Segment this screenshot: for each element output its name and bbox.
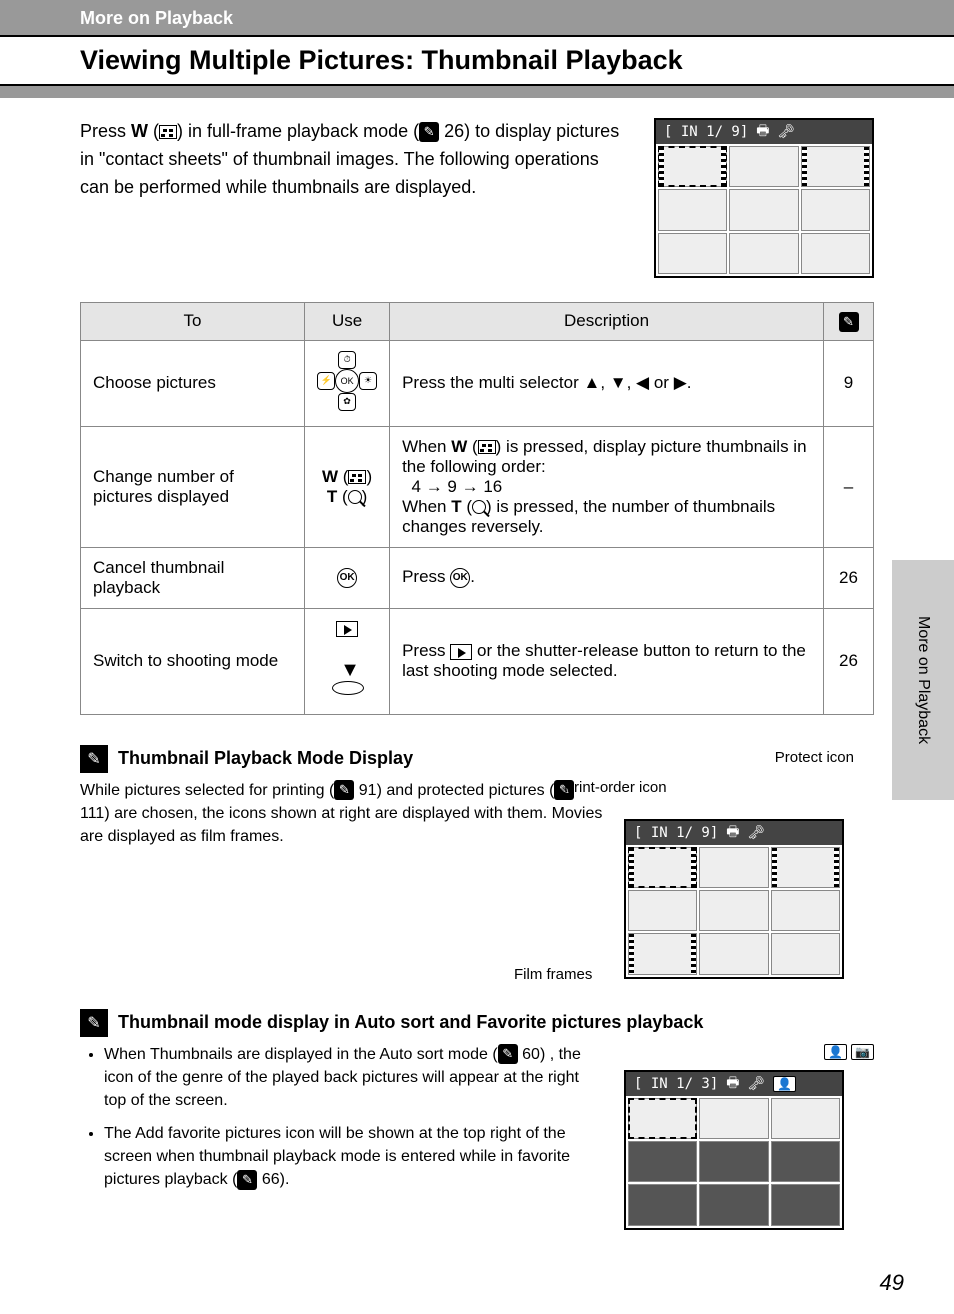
- pencil-icon: ✎: [80, 1009, 108, 1037]
- playback-icon: [450, 644, 472, 660]
- cell-use: OK: [305, 547, 390, 608]
- th-use: Use: [305, 303, 390, 341]
- header-band: More on Playback Viewing Multiple Pictur…: [0, 0, 954, 98]
- title-box: Viewing Multiple Pictures: Thumbnail Pla…: [0, 35, 954, 86]
- thumbnail-preview-2: [ IN 1/ 9]🖶🗝: [624, 819, 844, 979]
- cell-use: [305, 608, 390, 714]
- ref-icon: ✎: [419, 122, 439, 142]
- thumbnail-icon: [159, 125, 177, 139]
- thumb-counter: [ IN 1/ 9]: [664, 124, 748, 140]
- ok-icon: OK: [337, 568, 357, 588]
- note-text: While pictures selected for printing (✎ …: [80, 779, 604, 979]
- top-icons: 👤 📷: [624, 1043, 874, 1060]
- note-figure-1: Protect icon Print-order icon [ IN 1/ 9]…: [624, 779, 874, 979]
- callout-protect: Protect icon: [775, 749, 854, 766]
- page-title: Viewing Multiple Pictures: Thumbnail Pla…: [80, 45, 874, 76]
- side-tab-label: More on Playback: [914, 616, 932, 744]
- table-row: Choose pictures ⏱✿⚡☀OK Press the multi s…: [81, 340, 874, 426]
- cell-ref: 26: [824, 547, 874, 608]
- intro-text: Press W () in full-frame playback mode (…: [80, 118, 624, 278]
- table-row: Change number of pictures displayed W ()…: [81, 426, 874, 547]
- cell-desc: Press the multi selector , , or .: [390, 340, 824, 426]
- note-title: Thumbnail Playback Mode Display: [118, 748, 413, 769]
- cell-desc: Press or the shutter-release button to r…: [390, 608, 824, 714]
- cell-desc: Press OK.: [390, 547, 824, 608]
- pencil-icon: ✎: [80, 745, 108, 773]
- cell-to: Cancel thumbnail playback: [81, 547, 305, 608]
- cell-ref: 26: [824, 608, 874, 714]
- operations-table: To Use Description ✎ Choose pictures ⏱✿⚡…: [80, 302, 874, 715]
- thumbnail-icon: [478, 440, 496, 454]
- ref-icon: ✎: [237, 1170, 257, 1190]
- thumb-grid: [656, 144, 872, 276]
- th-ref: ✎: [824, 303, 874, 341]
- thumb-status-bar: [ IN 1/ 9] 🖶 🗝: [656, 120, 872, 144]
- zoom-icon: [348, 490, 362, 504]
- print-icon: 🖶: [756, 120, 769, 144]
- cell-to: Change number of pictures displayed: [81, 426, 305, 547]
- note-2: ✎ Thumbnail mode display in Auto sort an…: [80, 1009, 874, 1230]
- callout-print: Print-order icon: [564, 779, 667, 796]
- playback-icon: [336, 621, 358, 637]
- zoom-icon: [472, 500, 486, 514]
- cell-desc: When W () is pressed, display picture th…: [390, 426, 824, 547]
- page-number: 49: [880, 1270, 904, 1296]
- multiselector-icon: ⏱✿⚡☀OK: [317, 351, 377, 411]
- th-desc: Description: [390, 303, 824, 341]
- callout-film: Film frames: [514, 966, 592, 983]
- note-figure-2: 👤 📷 [ IN 1/ 3]🖶🗝👤: [624, 1043, 874, 1230]
- note-title: Thumbnail mode display in Auto sort and …: [118, 1012, 703, 1033]
- note-text: When Thumbnails are displayed in the Aut…: [80, 1043, 604, 1230]
- intro-row: Press W () in full-frame playback mode (…: [80, 118, 874, 278]
- cell-use: ⏱✿⚡☀OK: [305, 340, 390, 426]
- list-item: The Add favorite pictures icon will be s…: [104, 1122, 604, 1192]
- breadcrumb: More on Playback: [80, 8, 874, 29]
- ref-header-icon: ✎: [839, 312, 859, 332]
- cell-use: W () T (): [305, 426, 390, 547]
- shutter-icon: [332, 659, 362, 699]
- cell-to: Switch to shooting mode: [81, 608, 305, 714]
- cell-ref: 9: [824, 340, 874, 426]
- thumbnail-preview-1: [ IN 1/ 9] 🖶 🗝: [654, 118, 874, 278]
- note-1: ✎ Thumbnail Playback Mode Display While …: [80, 745, 874, 979]
- table-row: Cancel thumbnail playback OK Press OK. 2…: [81, 547, 874, 608]
- ref-icon: ✎: [498, 1044, 518, 1064]
- side-tab: More on Playback: [892, 560, 954, 800]
- ok-icon: OK: [450, 568, 470, 588]
- table-row: Switch to shooting mode Press or the shu…: [81, 608, 874, 714]
- thumbnail-preview-3: [ IN 1/ 3]🖶🗝👤: [624, 1070, 844, 1230]
- thumbnail-icon: [348, 470, 366, 484]
- list-item: When Thumbnails are displayed in the Aut…: [104, 1043, 604, 1113]
- ref-icon: ✎: [334, 780, 354, 800]
- cell-ref: –: [824, 426, 874, 547]
- cell-to: Choose pictures: [81, 340, 305, 426]
- protect-icon: 🗝: [778, 124, 796, 140]
- th-to: To: [81, 303, 305, 341]
